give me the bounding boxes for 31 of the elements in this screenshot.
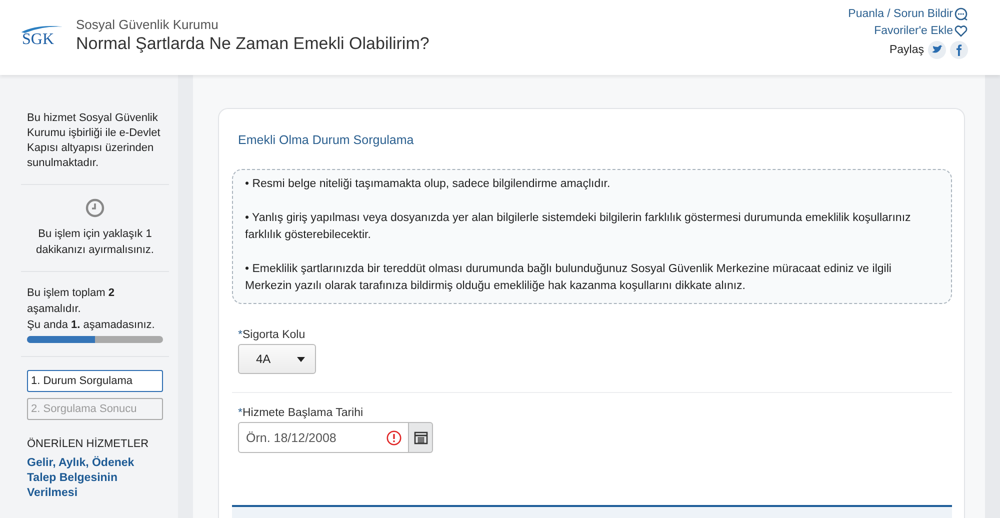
service-link[interactable]: Gelir, Aylık, Ödenek Talep Belgesinin Verilmesi — [27, 456, 147, 501]
share-label: Paylaş — [889, 44, 924, 56]
caret-icon — [297, 356, 305, 362]
chat-icon — [954, 7, 968, 21]
f-letter-icon[interactable] — [950, 41, 968, 59]
calendar-button[interactable] — [409, 422, 433, 453]
agency-name: Sosyal Güvenlik Kurumu — [76, 17, 220, 32]
notice-text: • Yanlış giriş yapılması veya dosyanızda yer alan bilgilerle sistemdeki bilgilerin farklılık göstermesi durumunda emeklilik koşullarınız farklılık gösterebilecektir. — [245, 211, 912, 243]
duration-text: Bu işlem için yaklaşık 1 dakikanızı ayırmalısınız. — [35, 227, 155, 258]
section-heading: ÖNERİLEN HİZMETLER — [27, 438, 150, 450]
calendar-icon — [414, 430, 428, 444]
stage-text: Şu anda 1. aşamadasınız. — [27, 318, 156, 333]
clock-icon — [85, 198, 105, 218]
step-item[interactable]: 1. Durum Sorgulama — [27, 370, 163, 392]
date-field[interactable]: Örn. 18/12/2008 — [238, 422, 409, 453]
select-field[interactable]: 4A — [238, 344, 316, 374]
header-link[interactable]: Favoriler'e Ekle — [874, 24, 968, 38]
logo: SGK — [18, 24, 68, 47]
service-info: Bu hizmet Sosyal Güvenlik Kurumu işbirliği ile e-Devlet Kapısı altyapısı üzerinden sunulmaktadır. — [27, 111, 162, 171]
bird-icon[interactable] — [928, 41, 946, 59]
heart-icon — [954, 24, 968, 38]
field-label: Hizmete Başlama Tarihi — [242, 407, 364, 419]
header-link[interactable]: Puanla / Sorun Bildir — [848, 7, 968, 21]
notice-text: • Emeklilik şartlarınızda bir tereddüt olması durumunda bağlı bulunduğunuz Sosyal Güvenlik Merkezine müracaat ediniz ve ilgili Merkezin yazılı olarak tarafınıza bildirmiş olduğu emekliliğe hak kazanma koşullarını dikkate alınız. — [245, 262, 892, 294]
notice-text: • Resmi belge niteliği taşımamakta olup, sadece bilgilendirme amaçlıdır. — [245, 177, 612, 192]
stage-text: Bu işlem toplam 2 aşamalıdır. — [27, 286, 116, 317]
required-mark: * — [238, 329, 242, 341]
required-mark: * — [238, 407, 242, 419]
field-label: Sigorta Kolu — [242, 329, 306, 341]
page-title: Normal Şartlarda Ne Zaman Emekli Olabilirim? — [76, 34, 430, 54]
card-title: Emekli Olma Durum Sorgulama — [238, 133, 415, 147]
